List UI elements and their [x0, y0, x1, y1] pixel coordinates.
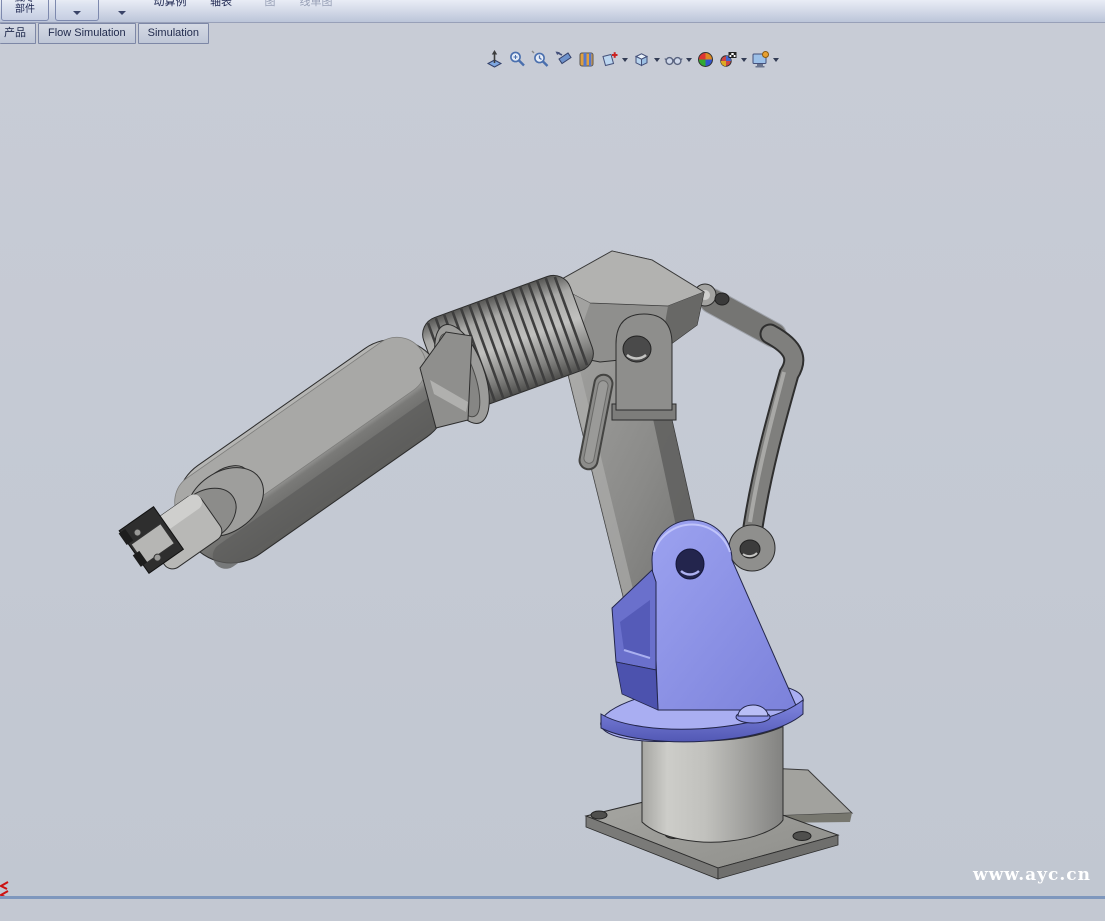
previous-view-icon[interactable] — [529, 49, 552, 70]
watermark: www.ayc.cn — [973, 865, 1091, 885]
chevron-down-icon — [73, 11, 81, 15]
motion-study-button[interactable]: 动算例 — [146, 0, 194, 21]
line-diagram-label: 线单图 — [300, 0, 333, 8]
view-settings-icon[interactable] — [749, 49, 772, 70]
hide-components-button[interactable]: 藏零 部件 — [1, 0, 49, 21]
diagram-label: 图 — [265, 0, 276, 8]
axis-table-button[interactable]: 轴表 — [198, 0, 244, 21]
tab-simulation[interactable]: Simulation — [138, 23, 209, 44]
scene-settings-dropdown[interactable] — [741, 58, 747, 62]
view-orientation-icon[interactable] — [598, 49, 621, 70]
edit-appearance-icon[interactable] — [694, 49, 717, 70]
tab-product-label: 产品 — [4, 27, 26, 39]
view-settings-dropdown[interactable] — [773, 58, 779, 62]
command-tabs: 产品 Flow Simulation Simulation — [0, 23, 211, 44]
zoom-to-area-icon[interactable] — [506, 49, 529, 70]
display-style-icon[interactable] — [630, 49, 653, 70]
hide-show-items-dropdown[interactable] — [686, 58, 692, 62]
tab-flow-simulation[interactable]: Flow Simulation — [38, 23, 136, 44]
toolbar-dropdown-2[interactable] — [103, 0, 141, 21]
view-orientation-dropdown[interactable] — [622, 58, 628, 62]
tab-product[interactable]: 产品 — [0, 23, 36, 44]
tab-flow-simulation-label: Flow Simulation — [48, 27, 126, 39]
display-style-dropdown[interactable] — [654, 58, 660, 62]
line-diagram-button[interactable]: 线单图 — [292, 0, 340, 21]
hide-components-label-bottom: 部件 — [15, 4, 35, 15]
zoom-to-fit-icon[interactable] — [483, 49, 506, 70]
robot-arm-model — [0, 22, 1105, 921]
section-view-icon[interactable] — [552, 49, 575, 70]
diagram-button[interactable]: 图 — [250, 0, 290, 21]
scene-settings-icon[interactable] — [717, 49, 740, 70]
view-toolbar — [483, 49, 781, 70]
apply-scene-curtain-icon[interactable] — [575, 49, 598, 70]
toolbar-dropdown-1[interactable] — [55, 0, 99, 21]
chevron-down-icon — [118, 11, 126, 15]
graphics-area[interactable]: www.ayc.cn — [0, 22, 1105, 899]
tab-simulation-label: Simulation — [148, 27, 199, 39]
axis-table-label: 轴表 — [210, 0, 232, 8]
motion-study-label: 动算例 — [154, 0, 187, 8]
top-toolbar: 藏零 部件 动算例 轴表 图 线单图 — [0, 0, 1105, 23]
hide-show-items-icon[interactable] — [662, 49, 685, 70]
